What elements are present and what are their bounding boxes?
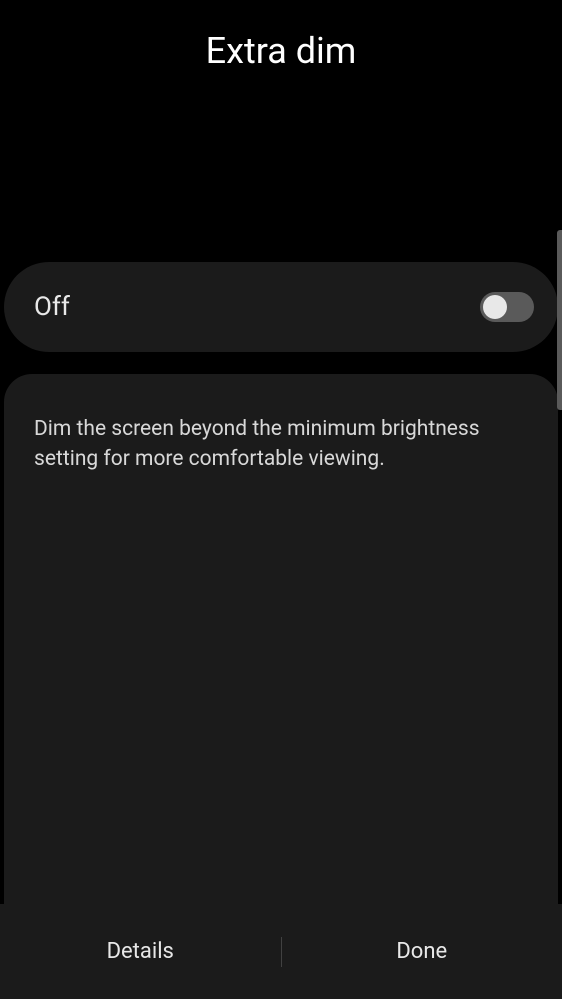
toggle-state-label: Off: [34, 292, 70, 322]
extra-dim-toggle[interactable]: [480, 292, 534, 322]
bottom-bar: Details Done: [0, 904, 562, 999]
toggle-knob: [483, 295, 507, 319]
extra-dim-toggle-row[interactable]: Off: [4, 262, 558, 352]
scroll-indicator[interactable]: [557, 230, 562, 410]
page-title: Extra dim: [0, 0, 562, 92]
done-button[interactable]: Done: [282, 919, 562, 984]
details-button[interactable]: Details: [0, 919, 281, 984]
description-text: Dim the screen beyond the minimum bright…: [34, 414, 528, 475]
